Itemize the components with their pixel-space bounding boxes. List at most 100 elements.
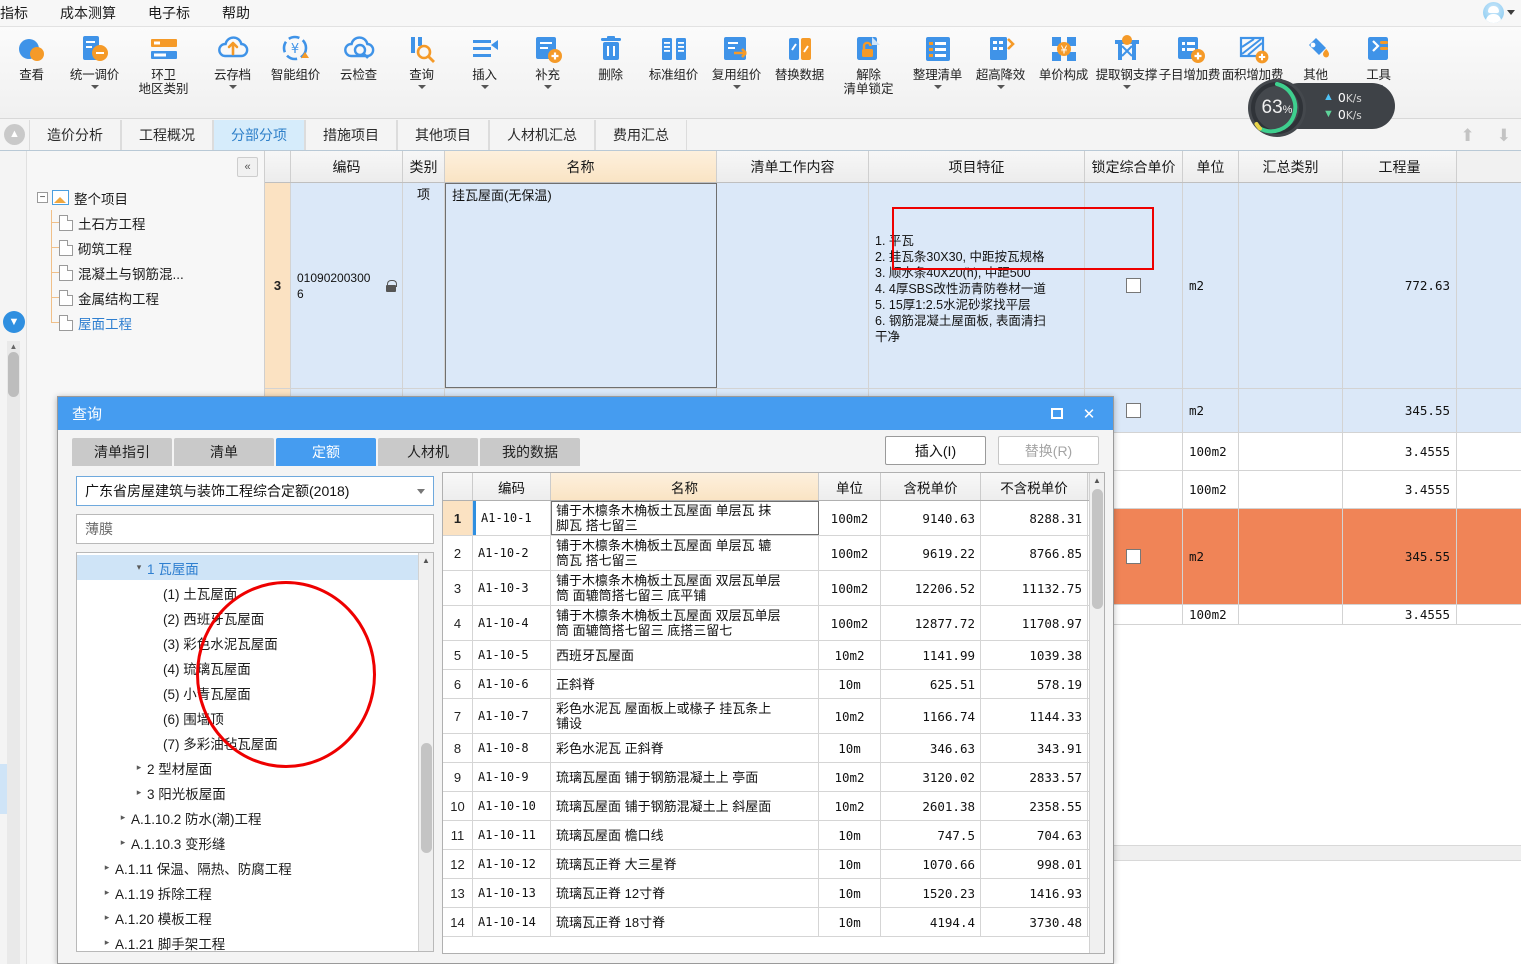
dialog-tab-4[interactable]: 我的数据 xyxy=(480,438,580,466)
chevron-down-icon[interactable] xyxy=(417,488,425,494)
cell-tax-price[interactable]: 1166.74 xyxy=(881,699,981,733)
cell-name[interactable]: 琉璃瓦正脊 18寸脊 xyxy=(551,908,819,936)
dialog-tab-2[interactable]: 定额 xyxy=(276,438,376,466)
cell-code[interactable]: A1-10-11 xyxy=(473,821,551,849)
dialog-tab-0[interactable]: 清单指引 xyxy=(72,438,172,466)
ribbon-button-insert[interactable]: 插入 xyxy=(453,27,516,115)
download-icon[interactable]: ▼ xyxy=(3,311,25,333)
cell-name[interactable]: 西班牙瓦屋面 xyxy=(551,641,819,669)
cell-code[interactable]: A1-10-7 xyxy=(473,699,551,733)
tree-item-2[interactable]: 混凝土与钢筋混... xyxy=(37,260,265,285)
cell-unit[interactable]: m2 xyxy=(1183,509,1239,604)
cell-unit[interactable]: 10m2 xyxy=(819,792,881,820)
user-account-area[interactable] xyxy=(1483,2,1515,23)
table-row[interactable]: 6 A1-10-6 正斜脊 10m 625.51 578.19 xyxy=(443,670,1104,699)
cell-unit[interactable]: 10m2 xyxy=(819,641,881,669)
quota-column-header-4[interactable]: 含税单价 xyxy=(881,473,981,500)
cell-unit[interactable]: m2 xyxy=(1183,183,1239,388)
cell-code[interactable]: A1-10-1 xyxy=(473,501,551,535)
table-row[interactable]: 3 A1-10-3 铺于木檩条木桷板土瓦屋面 双层瓦单层 筒 面辘筒搭七留三 底平铺… xyxy=(443,571,1104,606)
move-down-icon[interactable]: ⬇ xyxy=(1497,126,1511,146)
table-row[interactable]: 5 A1-10-5 西班牙瓦屋面 10m2 1141.99 1039.38 xyxy=(443,641,1104,670)
cell-quantity[interactable]: 772.63 xyxy=(1343,183,1457,388)
ribbon-button-reuse-pricing[interactable]: 复用组价 xyxy=(705,27,768,115)
ribbon-button-unlock-list[interactable]: 解除 清单锁定 xyxy=(831,27,906,115)
menu-item-dianzibiao[interactable]: 电子标 xyxy=(132,0,206,26)
cell-tax-price[interactable]: 9619.22 xyxy=(881,536,981,570)
cell-code[interactable]: A1-10-13 xyxy=(473,879,551,907)
cell-notax-price[interactable]: 11132.75 xyxy=(981,571,1088,605)
grid-column-header-9[interactable]: 工程量 xyxy=(1343,151,1457,182)
cell-summary-category[interactable] xyxy=(1239,183,1343,388)
cell-code[interactable]: A1-10-3 xyxy=(473,571,551,605)
cell-name[interactable]: 彩色水泥瓦 屋面板上或椽子 挂瓦条上 铺设 xyxy=(551,699,819,733)
cell-unit[interactable]: 10m2 xyxy=(819,699,881,733)
ribbon-button-standard-pricing[interactable]: 标准组价 xyxy=(642,27,705,115)
dialog-title-bar[interactable]: 查询 ✕ xyxy=(58,397,1113,430)
cell-code[interactable]: A1-10-14 xyxy=(473,908,551,936)
cell-code[interactable]: A1-10-6 xyxy=(473,670,551,698)
chevron-right-icon[interactable]: ▸ xyxy=(99,887,115,898)
cell-summary-category[interactable] xyxy=(1239,509,1343,604)
table-row[interactable]: 11 A1-10-11 琉璃瓦屋面 檐口线 10m 747.5 704.63 xyxy=(443,821,1104,850)
chevron-down-icon[interactable]: ▾ xyxy=(131,562,147,573)
tab-5[interactable]: 人材机汇总 xyxy=(489,120,595,150)
chevron-right-icon[interactable]: ▸ xyxy=(115,837,131,848)
maximize-button[interactable] xyxy=(1041,398,1073,430)
quota-column-header-1[interactable]: 编码 xyxy=(473,473,551,500)
catalog-tree-item-13[interactable]: ▸ A.1.19 拆除工程 xyxy=(77,880,433,905)
cell-code[interactable]: A1-10-8 xyxy=(473,734,551,762)
cell-summary-category[interactable] xyxy=(1239,433,1343,470)
cell-tax-price[interactable]: 2601.38 xyxy=(881,792,981,820)
tree-item-4[interactable]: 屋面工程 xyxy=(37,310,265,335)
cell-tax-price[interactable]: 1070.66 xyxy=(881,850,981,878)
ribbon-button-smart-pricing[interactable]: ¥ 智能组价 xyxy=(264,27,327,115)
cell-name[interactable]: 琉璃瓦正脊 12寸脊 xyxy=(551,879,819,907)
ribbon-button-unified-price[interactable]: 统一调价 xyxy=(63,27,126,115)
tree-item-0[interactable]: 土石方工程 xyxy=(37,210,265,235)
cell-unit[interactable]: 100m2 xyxy=(1183,471,1239,508)
cell-name[interactable]: 铺于木檩条木桷板土瓦屋面 双层瓦单层 筒 面辘筒搭七留三 底平铺 xyxy=(551,571,819,605)
scrollbar-thumb[interactable] xyxy=(421,743,432,853)
scrollbar-thumb[interactable] xyxy=(8,352,19,397)
cell-unit[interactable]: 10m xyxy=(819,734,881,762)
table-row[interactable]: 2 A1-10-2 铺于木檩条木桷板土瓦屋面 单层瓦 辘 筒瓦 搭七留三 100m2 9… xyxy=(443,536,1104,571)
cell-quantity[interactable]: 345.55 xyxy=(1343,389,1457,432)
ribbon-button-delete[interactable]: 删除 xyxy=(579,27,642,115)
quota-column-header-0[interactable] xyxy=(443,473,473,500)
cell-code[interactable]: A1-10-4 xyxy=(473,606,551,640)
catalog-tree-item-4[interactable]: (4) 琉璃瓦屋面 xyxy=(77,655,433,680)
network-speed-widget[interactable]: ▲ 0K/s ▼ 0K/s 63% xyxy=(1248,79,1395,137)
ribbon-button-height-efficiency[interactable]: 超高降效 xyxy=(969,27,1032,115)
catalog-tree-item-1[interactable]: (1) 土瓦屋面 xyxy=(77,580,433,605)
cell-unit[interactable]: 10m xyxy=(819,670,881,698)
cell-notax-price[interactable]: 1416.93 xyxy=(981,879,1088,907)
ribbon-button-organize-list[interactable]: 整理清单 xyxy=(906,27,969,115)
grid-column-header-5[interactable]: 项目特征 xyxy=(869,151,1085,182)
chevron-down-icon[interactable] xyxy=(417,85,426,89)
table-row[interactable]: 10 A1-10-10 琉璃瓦屋面 铺于钢筋混凝土上 斜屋面 10m2 2601.38 2… xyxy=(443,792,1104,821)
tab-0[interactable]: 造价分析 xyxy=(29,120,121,150)
chevron-right-icon[interactable]: ▸ xyxy=(99,862,115,873)
chevron-down-icon[interactable] xyxy=(1122,85,1131,89)
scroll-up-icon[interactable]: ▲ xyxy=(419,553,433,567)
chevron-down-icon[interactable] xyxy=(228,85,237,89)
grid-column-header-1[interactable]: 编码 xyxy=(291,151,403,182)
cell-notax-price[interactable]: 2833.57 xyxy=(981,763,1088,791)
cell-name[interactable]: 铺于木檩条木桷板土瓦屋面 单层瓦 辘 筒瓦 搭七留三 xyxy=(551,536,819,570)
lock-price-checkbox[interactable] xyxy=(1126,549,1141,564)
cell-unit[interactable]: 10m xyxy=(819,850,881,878)
chevron-down-icon[interactable] xyxy=(933,85,942,89)
catalog-tree-item-12[interactable]: ▸ A.1.11 保温、隔热、防腐工程 xyxy=(77,855,433,880)
cell-code[interactable]: A1-10-10 xyxy=(473,792,551,820)
ribbon-button-supplement[interactable]: 补充 xyxy=(516,27,579,115)
cell-notax-price[interactable]: 343.91 xyxy=(981,734,1088,762)
table-row[interactable]: 1 A1-10-1 铺于木檩条木桷板土瓦屋面 单层瓦 抹 脚瓦 搭七留三 100m2 9… xyxy=(443,501,1104,536)
table-row[interactable]: 4 A1-10-4 铺于木檩条木桷板土瓦屋面 双层瓦单层 筒 面辘筒搭七留三 底搭三… xyxy=(443,606,1104,641)
tab-4[interactable]: 其他项目 xyxy=(397,120,489,150)
lock-price-checkbox[interactable] xyxy=(1126,403,1141,418)
ribbon-button-cloud-check[interactable]: 云检查 xyxy=(327,27,390,115)
cell-code[interactable]: A1-10-2 xyxy=(473,536,551,570)
tree-item-1[interactable]: 砌筑工程 xyxy=(37,235,265,260)
cell-notax-price[interactable]: 578.19 xyxy=(981,670,1088,698)
